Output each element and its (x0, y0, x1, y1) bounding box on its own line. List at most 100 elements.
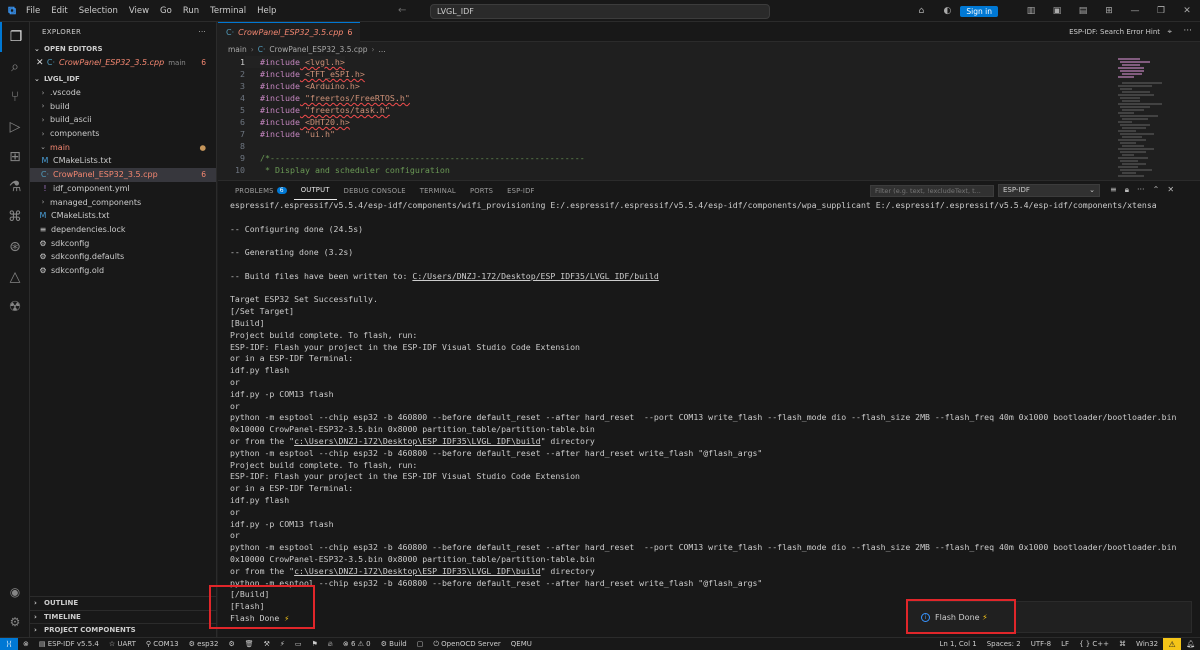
cmake-icon[interactable]: △ (0, 262, 30, 292)
layout-sidebar-icon[interactable]: ▥ (1018, 6, 1044, 16)
bell-icon[interactable]: 🔔︎ (1181, 640, 1200, 648)
project-components-section[interactable]: › PROJECT COMPONENTS (30, 623, 217, 637)
remote-indicator-icon[interactable]: ⟩⟨ (0, 637, 18, 650)
tree-item[interactable]: ≡ dependencies.lock (30, 223, 216, 237)
layout-secondary-icon[interactable]: ▤ (1070, 6, 1096, 16)
breadcrumb-more[interactable]: ... (379, 45, 386, 54)
lock-scroll-icon[interactable]: 🔒︎ (1125, 185, 1129, 195)
close-panel-icon[interactable]: ✕ (1167, 185, 1174, 195)
tree-item[interactable]: ⚙ sdkconfig (30, 236, 216, 250)
status-build-icon[interactable]: ⚒ (259, 640, 275, 648)
status-idf-version[interactable]: ▤ ESP-IDF v5.5.4 (34, 640, 104, 648)
search-error-hint-button[interactable]: ESP-IDF: Search Error Hint (1069, 28, 1160, 36)
status-qemu[interactable]: QEMU (506, 640, 537, 648)
platform[interactable]: Win32 (1131, 640, 1163, 648)
code-line[interactable]: 4 #include "freertos/FreeRTOS.h" (218, 92, 1114, 104)
line-ending[interactable]: LF (1056, 640, 1074, 648)
code-line[interactable]: 8 (218, 140, 1114, 152)
layout-panel-icon[interactable]: ▣ (1044, 6, 1070, 16)
timeline-section[interactable]: › TIMELINE (30, 609, 217, 624)
tab-debug-console[interactable]: DEBUG CONSOLE (337, 181, 413, 200)
code-line[interactable]: 2 #include <TFT_eSPI.h> (218, 68, 1114, 80)
tree-item[interactable]: ⌄ main ● (30, 140, 216, 154)
menu-run[interactable]: Run (183, 6, 199, 16)
extensions-icon[interactable]: ⊞ (0, 142, 30, 172)
status-debug-icon[interactable]: ⚑ (306, 640, 322, 648)
status-all-icon[interactable]: 🔥︎ (323, 640, 338, 649)
output-channel-select[interactable]: ESP-IDF ⌄ (998, 184, 1100, 197)
encoding[interactable]: UTF-8 (1026, 640, 1056, 648)
breadcrumb-main[interactable]: main (228, 45, 247, 54)
accounts-icon[interactable]: ◉ (0, 579, 30, 605)
status-flash-icon[interactable]: ⚡ (275, 640, 290, 648)
tree-item[interactable]: ⚙ sdkconfig.old (30, 264, 216, 278)
tab-terminal[interactable]: TERMINAL (413, 181, 463, 200)
tab-esp-idf[interactable]: ESP-IDF (500, 181, 542, 200)
code-editor[interactable]: 1 #include <lvgl.h> 2 #include <TFT_eSPI.h>… (218, 56, 1114, 176)
alien-icon[interactable]: ☢ (0, 292, 30, 322)
tree-item[interactable]: › build_ascii (30, 113, 216, 127)
status-clean-icon[interactable]: 🗑︎ (240, 640, 259, 648)
status-menuconfig-icon[interactable]: ⚙ (223, 640, 239, 648)
copilot-icon[interactable]: ⌂ (908, 6, 934, 16)
account-circle-icon[interactable]: ◐ (934, 6, 960, 16)
code-line[interactable]: 9 /*-------------------------------------… (218, 152, 1114, 164)
status-build-task[interactable]: ⚙ Build (376, 640, 412, 648)
testing-icon[interactable]: ⚗ (0, 172, 30, 202)
hint-icon[interactable]: ⌖ (1167, 27, 1172, 37)
close-window-icon[interactable]: ✕ (1174, 6, 1200, 16)
build-dir-link[interactable]: c:\Users\DNZJ-172\Desktop\ESP_IDF35\LVGL… (294, 436, 540, 446)
explorer-more-button[interactable]: ··· (198, 28, 206, 36)
menu-file[interactable]: File (26, 6, 40, 16)
tree-item[interactable]: C· CrowPanel_ESP32_3.5.cpp 6 (30, 167, 216, 182)
indentation[interactable]: Spaces: 2 (982, 640, 1026, 648)
tree-item[interactable]: M CMakeLists.txt (30, 154, 216, 168)
editor-tab-active[interactable]: C· CrowPanel_ESP32_3.5.cpp 6 (218, 21, 361, 42)
workspace-section[interactable]: ⌄ LVGL_IDF (30, 72, 216, 86)
close-icon[interactable]: ✕ (36, 58, 46, 68)
restore-icon[interactable]: ❐ (1148, 6, 1174, 16)
warning-icon[interactable]: ⚠ (1163, 637, 1182, 650)
menu-edit[interactable]: Edit (51, 6, 67, 16)
menu-go[interactable]: Go (160, 6, 172, 16)
explorer-icon[interactable]: ❐ (0, 22, 30, 52)
clear-output-icon[interactable]: ≡ (1110, 185, 1117, 195)
python-icon[interactable]: ⌘ (0, 202, 30, 232)
status-target[interactable]: ⚙ esp32 (184, 640, 224, 648)
breadcrumb-file[interactable]: CrowPanel_ESP32_3.5.cpp (269, 45, 367, 54)
language-mode[interactable]: { } C++ (1074, 640, 1114, 648)
search-icon[interactable]: ⌕ (0, 52, 30, 82)
outline-section[interactable]: › OUTLINE (30, 596, 217, 610)
code-line[interactable]: 3 #include <Arduino.h> (218, 80, 1114, 92)
minimize-icon[interactable]: — (1122, 6, 1148, 16)
code-line[interactable]: 10 * Display and scheduler configuration (218, 164, 1114, 176)
back-arrow-icon[interactable]: ← (398, 5, 406, 16)
command-center-search[interactable]: LVGL_IDF (430, 4, 770, 19)
output-log[interactable]: espressif/.espressif/v5.5.4/esp-idf/comp… (230, 200, 1190, 625)
open-editor-item[interactable]: ✕ C· CrowPanel_ESP32_3.5.cpp main 6 (30, 56, 216, 70)
maximize-panel-icon[interactable]: ⌃ (1153, 185, 1160, 195)
status-problems[interactable]: ⊗ 6 ⚠ 0 (338, 640, 376, 648)
more-actions-icon[interactable]: ··· (1137, 185, 1145, 195)
tab-output[interactable]: OUTPUT (293, 181, 337, 200)
manage-gear-icon[interactable]: ⚙ (0, 609, 30, 635)
menu-terminal[interactable]: Terminal (210, 6, 246, 16)
more-actions-icon[interactable]: ··· (1183, 26, 1192, 36)
tree-item[interactable]: › build (30, 99, 216, 113)
build-path-link[interactable]: C:/Users/DNZJ-172/Desktop/ESP_IDF35/LVGL… (412, 271, 658, 281)
cursor-position[interactable]: Ln 1, Col 1 (934, 640, 981, 648)
espressif-icon[interactable]: ⊛ (0, 232, 30, 262)
status-terminal-icon[interactable]: ▢ (412, 640, 429, 648)
sign-in-button[interactable]: Sign in (960, 5, 998, 17)
status-uart[interactable]: ☆ UART (104, 640, 141, 648)
tab-ports[interactable]: PORTS (463, 181, 500, 200)
code-line[interactable]: 5 #include "freertos/task.h" (218, 104, 1114, 116)
output-filter-input[interactable]: Filter (e.g. text, !excludeText, t... (870, 185, 994, 197)
menu-view[interactable]: View (129, 6, 149, 16)
tree-item[interactable]: M CMakeLists.txt (30, 209, 216, 223)
code-line[interactable]: 7 #include "ui.h" (218, 128, 1114, 140)
source-control-icon[interactable]: ⑂ (0, 82, 30, 112)
code-line[interactable]: 1 #include <lvgl.h> (218, 56, 1114, 68)
status-port[interactable]: ⚲ COM13 (141, 640, 184, 648)
menu-selection[interactable]: Selection (79, 6, 118, 16)
